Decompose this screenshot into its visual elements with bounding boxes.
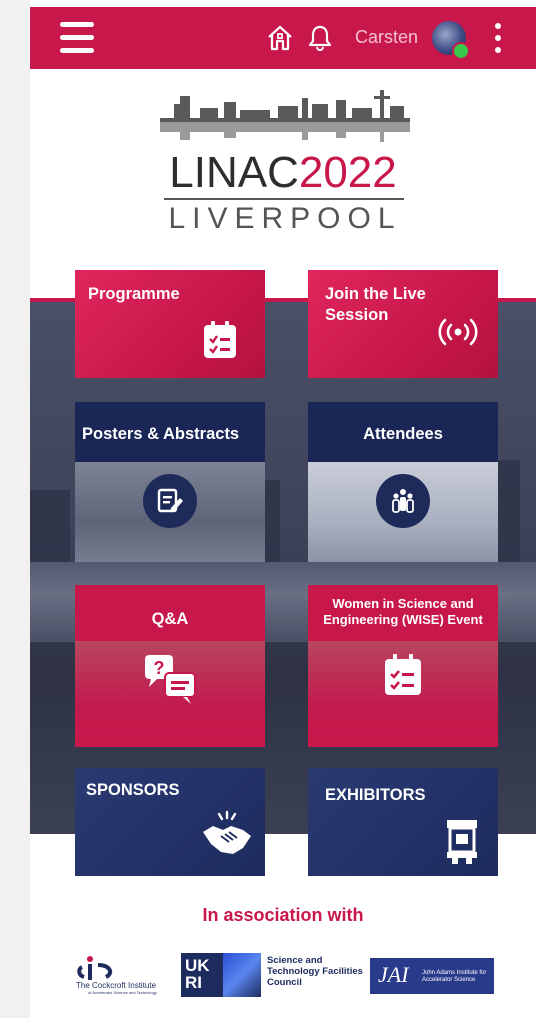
tile-attendees[interactable]: Attendees <box>308 402 498 562</box>
linac2022-logo: LINAC2022 LIVERPOOL <box>150 88 420 236</box>
cockcroft-name: The Cockcroft Institute <box>76 981 157 990</box>
left-gutter <box>0 0 30 1018</box>
cockcroft-tagline: of Accelerator Science and Technology <box>88 990 157 995</box>
tile-sponsors[interactable]: SPONSORS <box>75 768 265 876</box>
tile-live-session[interactable]: Join the Live Session <box>308 270 498 378</box>
jai-tagline: John Adams Institute for Accelerator Sci… <box>422 970 487 983</box>
top-bar: Carsten <box>30 7 536 69</box>
booth-icon <box>447 820 477 864</box>
tile-qa[interactable]: Q&A ? <box>75 585 265 747</box>
tile-wise-label: Women in Science and Engineering (WISE) … <box>323 596 483 628</box>
app-container: Carsten LINAC2022 LIVERPOOL Programme Jo… <box>30 0 536 1018</box>
logo-divider <box>164 198 404 200</box>
tile-exhibitors[interactable]: EXHIBITORS <box>308 768 498 876</box>
ukri-graphic <box>223 953 261 997</box>
broadcast-icon <box>438 318 478 346</box>
username-label[interactable]: Carsten <box>355 27 418 48</box>
checklist-icon <box>204 321 236 358</box>
ukri-logo[interactable]: UK RI <box>181 953 261 997</box>
logo-title: LINAC2022 <box>169 148 397 197</box>
more-vertical-icon[interactable] <box>493 23 503 55</box>
edit-document-icon <box>143 474 197 528</box>
question-chat-icon: ? <box>145 655 196 704</box>
jai-mark: JAI <box>378 962 409 987</box>
online-status-indicator <box>452 42 470 60</box>
tile-programme[interactable]: Programme <box>75 270 265 378</box>
tile-exhibitors-label: EXHIBITORS <box>325 786 426 804</box>
cockcroft-institute-logo[interactable]: The Cockcroft Institute of Accelerator S… <box>74 955 170 995</box>
tile-posters-abstracts[interactable]: Posters & Abstracts <box>75 402 265 562</box>
svg-text:?: ? <box>154 658 165 678</box>
people-icon <box>376 474 430 528</box>
city-skyline-background <box>30 300 536 834</box>
stfc-name[interactable]: Science and Technology Facilities Counci… <box>267 955 367 988</box>
home-icon[interactable] <box>265 23 295 53</box>
tile-programme-label: Programme <box>88 285 180 303</box>
tile-qa-label: Q&A <box>151 610 189 628</box>
tile-attendees-label: Attendees <box>363 425 443 443</box>
bell-icon[interactable] <box>305 23 335 53</box>
checklist-icon <box>385 654 421 695</box>
tile-sponsors-label: SPONSORS <box>86 781 180 799</box>
logo-city: LIVERPOOL <box>168 202 402 235</box>
tile-wise-event[interactable]: Women in Science and Engineering (WISE) … <box>308 585 498 747</box>
ukri-mark: UK RI <box>185 956 210 992</box>
tile-posters-label: Posters & Abstracts <box>82 425 240 443</box>
skyline-graphic <box>160 90 410 142</box>
association-heading: In association with <box>202 905 364 925</box>
jai-logo[interactable]: JAI John Adams Institute for Accelerator… <box>370 958 494 994</box>
menu-icon[interactable] <box>60 22 94 54</box>
handshake-icon <box>203 810 251 854</box>
